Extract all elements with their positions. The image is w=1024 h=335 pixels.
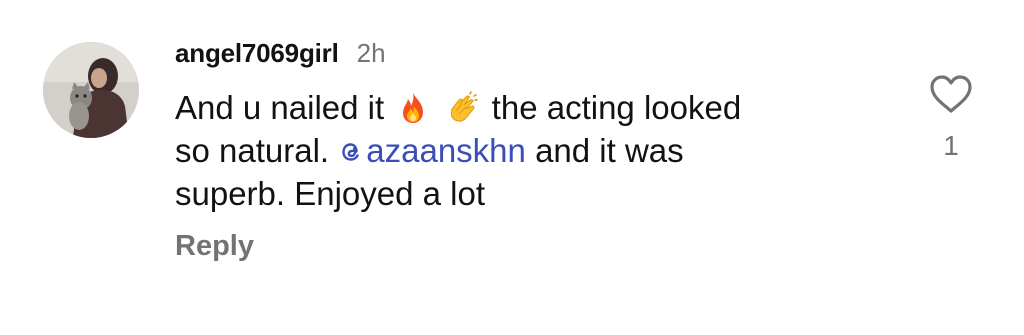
reply-button[interactable]: Reply bbox=[175, 230, 254, 263]
comment-line-3: superb. Enjoyed a lot bbox=[175, 172, 875, 215]
avatar[interactable] bbox=[43, 42, 139, 138]
comment-text-segment: so natural. bbox=[175, 132, 330, 169]
comment-line-1: And u nailed it the acting looked bbox=[175, 86, 875, 129]
like-button[interactable]: 1 bbox=[926, 74, 976, 162]
fire-emoji-icon bbox=[403, 93, 424, 123]
username[interactable]: angel7069girl bbox=[175, 38, 339, 69]
threads-icon bbox=[342, 143, 359, 161]
comment-text: And u nailed it the acting looked so nat… bbox=[175, 86, 875, 215]
heart-outline-icon[interactable] bbox=[929, 74, 973, 114]
avatar-image bbox=[43, 42, 139, 138]
comment-line-2: so natural. azaanskhn and it was bbox=[175, 129, 875, 172]
timestamp: 2h bbox=[356, 38, 386, 68]
clapping-hands-emoji-icon bbox=[450, 91, 478, 122]
comment-text-segment: superb. Enjoyed a lot bbox=[175, 175, 486, 212]
comment-text-segment: the acting looked bbox=[491, 89, 742, 126]
comment-text-segment: And u nailed it bbox=[175, 89, 385, 126]
mention-username[interactable]: azaanskhn bbox=[366, 132, 526, 169]
comment-header: angel7069girl 2h bbox=[175, 38, 386, 74]
comment-item: angel7069girl 2h And u nailed it the act… bbox=[0, 0, 1024, 335]
mention-link[interactable]: azaanskhn bbox=[338, 132, 526, 169]
comment-text-segment: and it was bbox=[535, 132, 684, 169]
like-count: 1 bbox=[943, 130, 959, 161]
